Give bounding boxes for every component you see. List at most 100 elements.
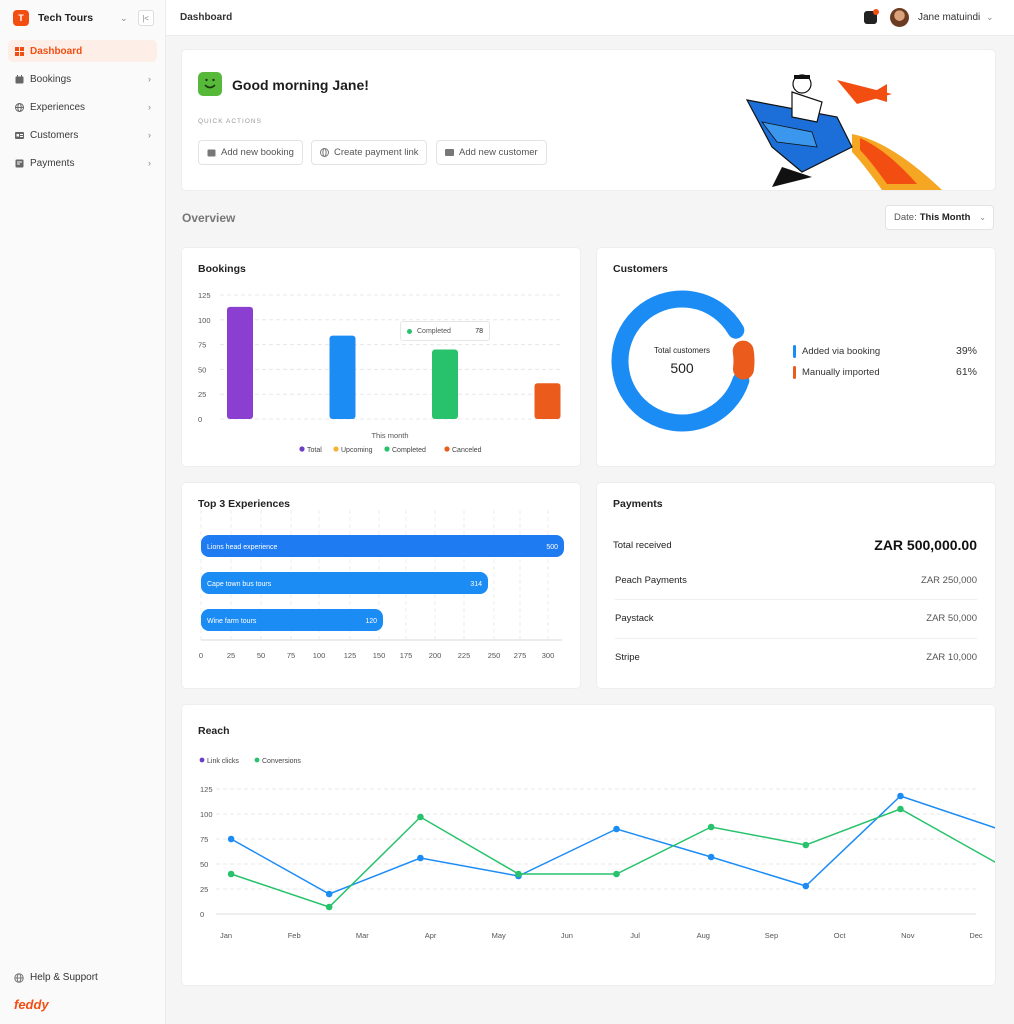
x-tick-label: Oct bbox=[834, 931, 847, 940]
collapse-sidebar-button[interactable]: |< bbox=[137, 10, 154, 26]
bar-value: 500 bbox=[546, 544, 558, 551]
x-tick-label: 175 bbox=[400, 651, 413, 660]
workspace-name: Tech Tours bbox=[38, 12, 94, 24]
chevron-down-icon[interactable]: ⌄ bbox=[986, 12, 994, 23]
sidebar-item-dashboard[interactable]: Dashboard bbox=[8, 40, 157, 62]
bar-value: 314 bbox=[470, 581, 482, 588]
calendar-icon bbox=[207, 148, 216, 157]
data-point bbox=[325, 903, 333, 911]
provider-amount: ZAR 50,000 bbox=[926, 613, 977, 624]
x-tick-label: Jul bbox=[630, 931, 640, 940]
bar-label: Wine farm tours bbox=[207, 618, 257, 625]
legend-dot bbox=[384, 446, 390, 452]
x-tick-label: Jan bbox=[220, 931, 232, 940]
legend-value: 61% bbox=[955, 366, 977, 378]
x-tick-label: 0 bbox=[199, 651, 203, 660]
chevron-right-icon: › bbox=[148, 74, 151, 84]
series-line bbox=[230, 795, 995, 895]
sidebar-nav: Dashboard Bookings › Experiences › Custo… bbox=[0, 40, 165, 174]
legend-label: Canceled bbox=[452, 447, 482, 454]
legend-item: Added via booking 39% bbox=[793, 344, 977, 358]
overview-title: Overview bbox=[182, 211, 236, 225]
id-card-icon bbox=[445, 148, 454, 157]
tooltip-label: Completed bbox=[417, 327, 451, 335]
legend-dot bbox=[333, 446, 339, 452]
x-tick-label: May bbox=[492, 931, 506, 940]
data-point bbox=[417, 854, 424, 862]
x-tick-label: 50 bbox=[257, 651, 265, 660]
x-tick-label: Apr bbox=[425, 931, 437, 940]
y-tick-label: 0 bbox=[198, 415, 202, 424]
bar-label: Cape town bus tours bbox=[207, 581, 272, 588]
data-point bbox=[707, 823, 715, 831]
date-filter-select[interactable]: Date: This Month ⌄ bbox=[885, 205, 994, 230]
feddy-logo: feddy bbox=[14, 997, 49, 1012]
reach-line-chart: 0 25 50 75 100 125 Jan Feb Mar Apr May Jun Jul Aug Sep… bbox=[199, 757, 995, 940]
bar bbox=[227, 306, 253, 419]
tooltip-dot bbox=[407, 328, 412, 334]
legend-label: Conversions bbox=[262, 758, 301, 765]
sidebar-item-customers[interactable]: Customers › bbox=[8, 124, 157, 146]
smiley-icon bbox=[198, 72, 222, 96]
x-tick-label: 125 bbox=[344, 651, 357, 660]
brand-logo: T bbox=[13, 10, 29, 26]
total-received-label: Total received bbox=[613, 540, 672, 551]
provider-name: Stripe bbox=[615, 652, 640, 663]
x-tick-label: 275 bbox=[514, 651, 527, 660]
chevron-down-icon: ⌄ bbox=[120, 12, 128, 23]
chart-tooltip: Completed 78 bbox=[400, 321, 490, 341]
notification-icon[interactable] bbox=[864, 9, 879, 24]
donut-center-value: 500 bbox=[670, 360, 694, 376]
user-name[interactable]: Jane matuindi bbox=[918, 12, 980, 23]
y-tick-label: 50 bbox=[200, 860, 208, 869]
workspace-switcher[interactable]: T Tech Tours ⌄ |< bbox=[0, 0, 165, 36]
globe-icon bbox=[15, 102, 24, 112]
legend-label: Link clicks bbox=[207, 758, 239, 765]
bar bbox=[534, 383, 561, 419]
payment-provider-row: Stripe ZAR 10,000 bbox=[615, 638, 977, 676]
quick-actions-label: QUICK ACTIONS bbox=[198, 118, 262, 125]
legend-dot bbox=[444, 446, 450, 452]
topbar: Dashboard Jane matuindi ⌄ bbox=[166, 0, 1014, 36]
greeting-text: Good morning Jane! bbox=[232, 77, 369, 93]
chevron-down-icon: ⌄ bbox=[979, 213, 986, 222]
y-tick-label: 0 bbox=[200, 910, 204, 919]
help-support-label: Help & Support bbox=[30, 972, 98, 983]
data-point bbox=[613, 870, 620, 878]
add-customer-button[interactable]: Add new customer bbox=[436, 140, 547, 165]
x-tick-label: Dec bbox=[969, 931, 983, 940]
x-tick-label: 250 bbox=[488, 651, 501, 660]
chevron-right-icon: › bbox=[148, 158, 151, 168]
x-tick-label: 100 bbox=[313, 651, 326, 660]
avatar[interactable] bbox=[890, 8, 909, 27]
y-tick-label: 75 bbox=[198, 341, 206, 350]
provider-name: Peach Payments bbox=[615, 574, 687, 586]
id-card-icon bbox=[15, 131, 24, 140]
total-received-value: ZAR 500,000.00 bbox=[874, 537, 977, 553]
data-point bbox=[802, 882, 810, 890]
legend-value: 39% bbox=[955, 345, 977, 357]
x-tick-label: Aug bbox=[697, 931, 710, 940]
sidebar-item-bookings[interactable]: Bookings › bbox=[8, 68, 157, 90]
create-payment-link-label: Create payment link bbox=[334, 147, 419, 158]
help-support-link[interactable]: Help & Support bbox=[14, 972, 98, 983]
x-tick-label: 75 bbox=[287, 651, 295, 660]
x-tick-label: 150 bbox=[373, 651, 386, 660]
data-point bbox=[227, 870, 235, 878]
provider-name: Paystack bbox=[615, 613, 654, 624]
payment-provider-row: Peach Payments ZAR 250,000 bbox=[615, 561, 977, 599]
x-tick-label: Feb bbox=[288, 931, 301, 940]
customers-card: Customers Total customers 500 Added via … bbox=[597, 248, 995, 466]
data-point bbox=[613, 825, 620, 833]
legend-dot bbox=[299, 446, 305, 452]
create-payment-link-button[interactable]: Create payment link bbox=[311, 140, 428, 165]
legend-label: Upcoming bbox=[341, 447, 373, 454]
legend-item: Manually imported 61% bbox=[793, 365, 977, 379]
donut-slice bbox=[732, 340, 755, 380]
sidebar-item-experiences[interactable]: Experiences › bbox=[8, 96, 157, 118]
x-tick-label: 25 bbox=[227, 651, 235, 660]
sidebar-item-payments[interactable]: Payments › bbox=[8, 152, 157, 174]
x-tick-label: 200 bbox=[429, 651, 442, 660]
add-booking-button[interactable]: Add new booking bbox=[198, 140, 303, 165]
legend-label: Manually imported bbox=[802, 366, 880, 378]
